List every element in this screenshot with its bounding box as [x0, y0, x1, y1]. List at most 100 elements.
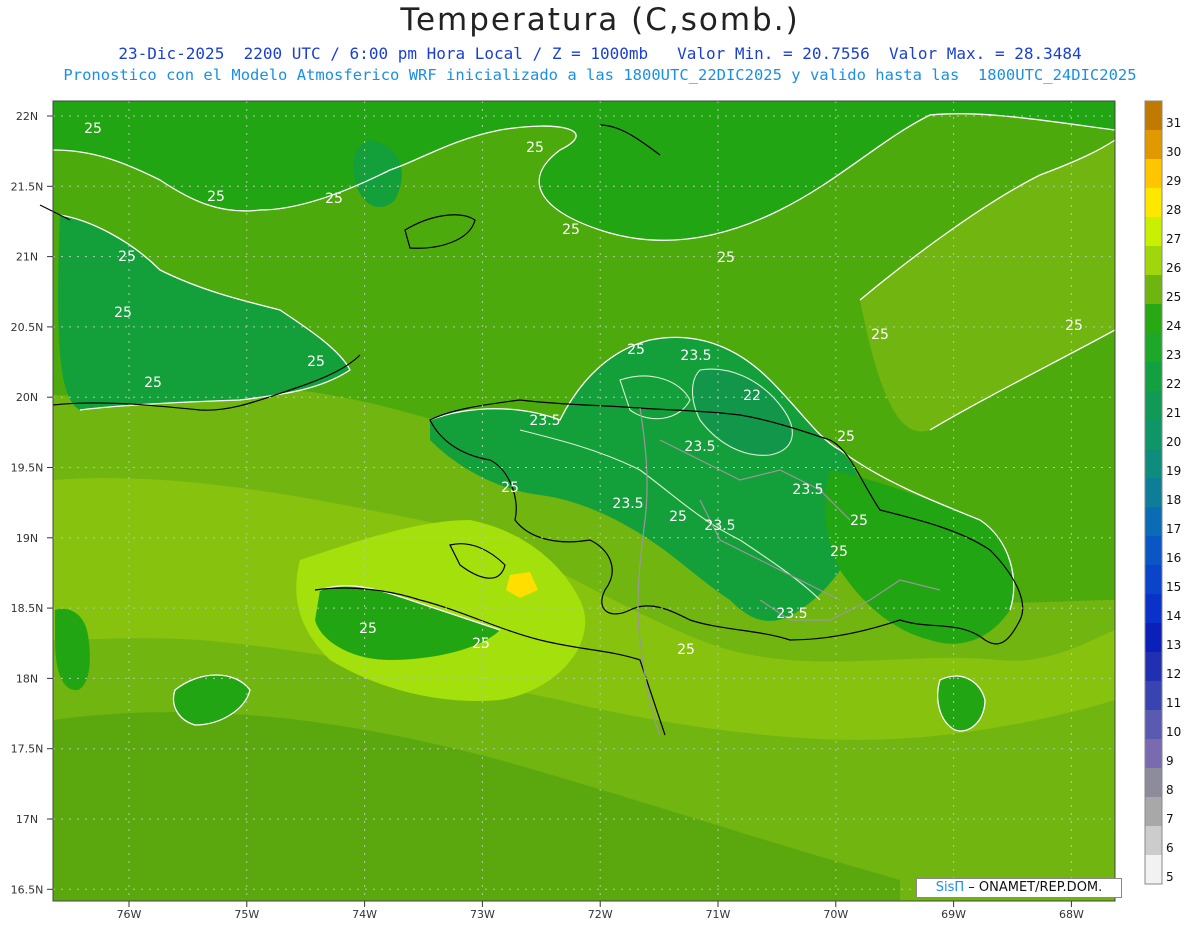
colorbar-label: 31 — [1166, 116, 1181, 130]
contour-label: 25 — [669, 509, 687, 525]
contour-label: 25 — [830, 544, 848, 560]
contour-label: 23.5 — [680, 348, 711, 364]
contour-label: 25 — [359, 621, 377, 637]
colorbar-label: 13 — [1166, 638, 1181, 652]
colorbar-label: 23 — [1166, 348, 1181, 362]
credit-text: – ONAMET/REP.DOM. — [964, 880, 1103, 895]
lon-tick-label: 68W — [1059, 908, 1084, 921]
contour-label: 25 — [472, 636, 490, 652]
colorbar-label: 26 — [1166, 261, 1181, 275]
contour-label: 23.5 — [776, 606, 807, 622]
lon-tick-label: 71W — [706, 908, 731, 921]
colorbar-swatch — [1145, 855, 1162, 884]
colorbar-swatch — [1145, 768, 1162, 797]
colorbar-label: 24 — [1166, 319, 1181, 333]
colorbar-swatch — [1145, 217, 1162, 246]
colorbar-swatch — [1145, 420, 1162, 449]
contour-label: 25 — [307, 354, 325, 370]
contour-label: 25 — [871, 327, 889, 343]
colorbar-swatch — [1145, 507, 1162, 536]
colorbar-label: 9 — [1166, 754, 1174, 768]
lat-tick-label: 22N — [16, 110, 38, 123]
colorbar-label: 5 — [1166, 870, 1174, 884]
lon-tick-label: 73W — [470, 908, 495, 921]
colorbar-label: 28 — [1166, 203, 1181, 217]
contour-label: 25 — [526, 140, 544, 156]
colorbar-swatch — [1145, 478, 1162, 507]
contour-label: 23.5 — [529, 413, 560, 429]
colorbar-label: 21 — [1166, 406, 1181, 420]
colorbar-label: 16 — [1166, 551, 1181, 565]
lat-tick-label: 20N — [16, 391, 38, 404]
colorbar-label: 11 — [1166, 696, 1181, 710]
colorbar-label: 22 — [1166, 377, 1181, 391]
contour-label: 25 — [501, 480, 519, 496]
colorbar-label: 18 — [1166, 493, 1181, 507]
lon-tick-label: 70W — [823, 908, 848, 921]
contour-label: 25 — [84, 121, 102, 137]
colorbar-swatch — [1145, 362, 1162, 391]
colorbar-swatch — [1145, 826, 1162, 855]
lat-tick-label: 16.5N — [11, 883, 44, 896]
sispi-logo: SisΠ — [935, 880, 965, 895]
colorbar-swatch — [1145, 275, 1162, 304]
lat-tick-label: 21N — [16, 251, 38, 264]
contour-label: 22 — [743, 388, 761, 404]
contour-label: 25 — [627, 342, 645, 358]
colorbar-label: 6 — [1166, 841, 1174, 855]
colorbar-swatch — [1145, 130, 1162, 159]
colorbar-swatch — [1145, 739, 1162, 768]
colorbar-swatch — [1145, 594, 1162, 623]
credit-box: SisΠ – ONAMET/REP.DOM. — [916, 878, 1122, 898]
colorbar-swatch — [1145, 623, 1162, 652]
contour-label: 25 — [562, 222, 580, 238]
colorbar-swatch — [1145, 246, 1162, 275]
colorbar-swatch — [1145, 652, 1162, 681]
lon-tick-label: 74W — [352, 908, 377, 921]
lat-tick-label: 19.5N — [11, 462, 44, 475]
colorbar-label: 7 — [1166, 812, 1174, 826]
lon-tick-label: 69W — [941, 908, 966, 921]
lon-tick-label: 72W — [588, 908, 613, 921]
colorbar-label: 8 — [1166, 783, 1174, 797]
colorbar-label: 17 — [1166, 522, 1181, 536]
contour-label: 23.5 — [684, 439, 715, 455]
lat-tick-label: 19N — [16, 532, 38, 545]
colorbar-swatch — [1145, 188, 1162, 217]
colorbar-swatch — [1145, 101, 1162, 130]
lat-tick-label: 18N — [16, 672, 38, 685]
contour-label: 25 — [717, 250, 735, 266]
colorbar-swatch — [1145, 449, 1162, 478]
lon-tick-label: 76W — [117, 908, 142, 921]
colorbar-swatch — [1145, 681, 1162, 710]
lat-tick-label: 20.5N — [11, 321, 44, 334]
colorbar-label: 14 — [1166, 609, 1181, 623]
colorbar-label: 25 — [1166, 290, 1181, 304]
plot-area — [53, 101, 1115, 901]
colorbar-swatch — [1145, 710, 1162, 739]
contour-label: 25 — [677, 642, 695, 658]
contour-label: 25 — [1065, 318, 1083, 334]
colorbar-label: 29 — [1166, 174, 1181, 188]
colorbar: 31 30 29 28 27 26 25 24 23 22 21 20 19 18 17 16 15 14 13 12… — [1144, 100, 1181, 885]
colorbar-label: 12 — [1166, 667, 1181, 681]
lat-tick-label: 21.5N — [11, 180, 44, 193]
contour-label: 25 — [850, 513, 868, 529]
contour-label: 25 — [144, 375, 162, 391]
colorbar-label: 19 — [1166, 464, 1181, 478]
lon-tick-label: 75W — [234, 908, 259, 921]
colorbar-label: 10 — [1166, 725, 1181, 739]
colorbar-swatch — [1145, 159, 1162, 188]
contour-label: 23.5 — [612, 496, 643, 512]
contour-label: 23.5 — [704, 518, 735, 534]
colorbar-label: 15 — [1166, 580, 1181, 594]
colorbar-swatch — [1145, 333, 1162, 362]
colorbar-label: 27 — [1166, 232, 1181, 246]
colorbar-swatch — [1145, 536, 1162, 565]
colorbar-label: 30 — [1166, 145, 1181, 159]
lat-tick-label: 17.5N — [11, 743, 44, 756]
contour-label: 23.5 — [792, 482, 823, 498]
colorbar-swatch — [1145, 565, 1162, 594]
colorbar-swatch — [1145, 797, 1162, 826]
lat-tick-label: 17N — [16, 813, 38, 826]
